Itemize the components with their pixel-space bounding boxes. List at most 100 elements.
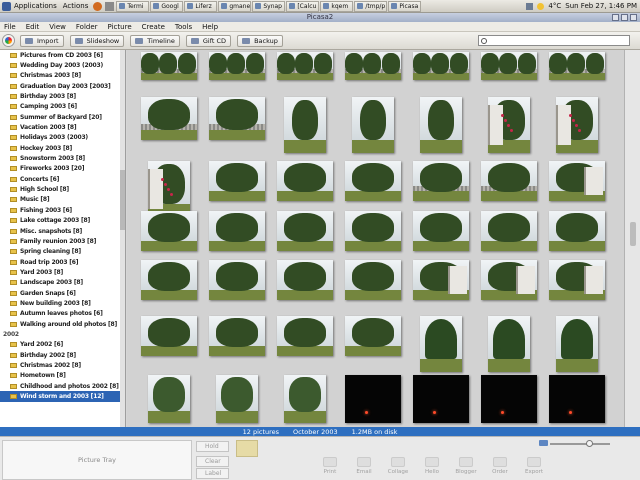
photo-thumbnail[interactable] [284,375,326,423]
photo-thumbnail[interactable] [209,97,265,140]
photo-thumbnail[interactable] [556,316,598,372]
photo-thumbnail[interactable] [345,161,401,201]
photo-thumbnail[interactable] [345,375,401,423]
photo-thumbnail[interactable] [413,161,469,201]
photo-thumbnail[interactable] [209,316,265,356]
menu-tools[interactable]: Tools [175,23,192,31]
grid-scrollbar[interactable] [624,50,640,427]
folder-item[interactable]: Snowstorm 2003 [8] [0,153,125,163]
menu-folder[interactable]: Folder [76,23,98,31]
order-button[interactable]: Order [483,457,517,479]
gnome-foot-icon[interactable] [2,1,11,11]
folder-item[interactable]: Hockey 2003 [8] [0,143,125,153]
folder-item[interactable]: High School [8] [0,184,125,194]
photo-thumbnail[interactable] [209,52,265,80]
photo-thumbnail[interactable] [420,97,462,153]
photo-thumbnail[interactable] [277,211,333,251]
folder-item[interactable]: Pictures from CD 2003 [6] [0,50,125,60]
print-button[interactable]: Print [313,457,347,479]
blogger-button[interactable]: Blogger [449,457,483,479]
menu-file[interactable]: File [4,23,16,31]
photo-thumbnail[interactable] [549,161,605,201]
window-list-icon[interactable] [105,1,115,11]
folder-item[interactable]: Music [8] [0,195,125,205]
folder-item[interactable]: Yard 2003 [8] [0,267,125,277]
photo-thumbnail[interactable] [345,52,401,80]
label-button[interactable]: Label [196,468,229,479]
folder-group-header[interactable]: 2002 [0,329,125,339]
menu-picture[interactable]: Picture [108,23,132,31]
menu-view[interactable]: View [49,23,66,31]
photo-thumbnail[interactable] [481,211,537,251]
photo-thumbnail[interactable] [148,375,190,423]
grid-scroll-thumb[interactable] [630,222,636,246]
folder-item[interactable]: Concerts [6] [0,174,125,184]
photo-thumbnail[interactable] [148,161,190,217]
applications-menu[interactable]: Applications [14,2,57,10]
task-gmane[interactable]: gmane [218,0,252,12]
network-icon[interactable] [526,2,534,10]
folder-item[interactable]: Wedding Day 2003 (2003) [0,60,125,70]
photo-thumbnail[interactable] [556,97,598,153]
task-tmp[interactable]: /tmp/p [354,0,388,12]
folder-item[interactable]: Birthday 2002 [8] [0,350,125,360]
photo-thumbnail[interactable] [141,52,197,80]
folder-list-scroll-thumb[interactable] [120,170,125,230]
photo-thumbnail[interactable] [481,161,537,201]
window-titlebar[interactable]: Picasa2 [0,13,640,22]
photo-thumbnail[interactable] [209,260,265,300]
photo-thumbnail[interactable] [549,375,605,423]
task-terminal[interactable]: Termi [116,0,150,12]
photo-thumbnail[interactable] [549,52,605,80]
folder-item[interactable]: Christmas 2002 [8] [0,360,125,370]
folder-item[interactable]: Lake cottage 2003 [8] [0,216,125,226]
picture-tray[interactable]: Picture Tray [2,440,192,480]
task-google[interactable]: Googl [150,0,184,12]
folder-item[interactable]: Graduation Day 2003 [2003] [0,81,125,91]
import-button[interactable]: Import [20,34,64,47]
photo-thumbnail[interactable] [481,375,537,423]
search-input[interactable] [490,37,620,44]
folder-item[interactable]: Family reunion 2003 [8] [0,236,125,246]
photo-thumbnail[interactable] [141,260,197,300]
photo-thumbnail[interactable] [277,260,333,300]
photo-thumbnail[interactable] [413,260,469,300]
photo-thumbnail[interactable] [345,260,401,300]
menu-edit[interactable]: Edit [26,23,40,31]
photo-thumbnail[interactable] [352,97,394,153]
email-button[interactable]: Email [347,457,381,479]
clear-button[interactable]: Clear [196,456,229,467]
folder-item[interactable]: Vacation 2003 [8] [0,122,125,132]
folder-item[interactable]: Childhood and photos 2002 [8] [0,381,125,391]
photo-thumbnail[interactable] [209,161,265,201]
photo-thumbnail[interactable] [141,97,197,140]
search-box[interactable] [478,35,630,46]
menu-help[interactable]: Help [202,23,218,31]
thumbnail-size-knob[interactable] [586,440,593,447]
close-icon[interactable] [630,14,637,21]
folder-list-scrollbar[interactable] [120,50,125,427]
folder-item[interactable]: Walking around old photos [8] [0,319,125,329]
folder-item[interactable]: Holidays 2003 (2003) [0,133,125,143]
timeline-button[interactable]: Timeline [130,34,180,47]
task-picasa[interactable]: Picasa [388,0,422,12]
folder-item[interactable]: Road trip 2003 [6] [0,257,125,267]
folder-item[interactable]: Misc. snapshots [8] [0,226,125,236]
task-liferea[interactable]: Liferz [184,0,218,12]
weather-icon[interactable] [537,2,545,10]
photo-thumbnail[interactable] [141,316,197,356]
folder-item[interactable]: Fireworks 2003 [20] [0,164,125,174]
folder-item[interactable]: Wind storm and 2003 [12] [0,391,125,402]
photo-thumbnail[interactable] [277,316,333,356]
folder-item[interactable]: New building 2003 [8] [0,298,125,308]
folder-item[interactable]: Autumn leaves photos [6] [0,309,125,319]
photo-thumbnail[interactable] [209,211,265,251]
photo-thumbnail[interactable] [413,211,469,251]
menu-create[interactable]: Create [142,23,165,31]
task-synaptic[interactable]: Synap [252,0,286,12]
photo-thumbnail[interactable] [284,97,326,153]
photo-thumbnail[interactable] [216,375,258,423]
photo-thumbnail[interactable] [413,375,469,423]
folder-item[interactable]: Birthday 2003 [8] [0,91,125,101]
photo-thumbnail[interactable] [413,52,469,80]
